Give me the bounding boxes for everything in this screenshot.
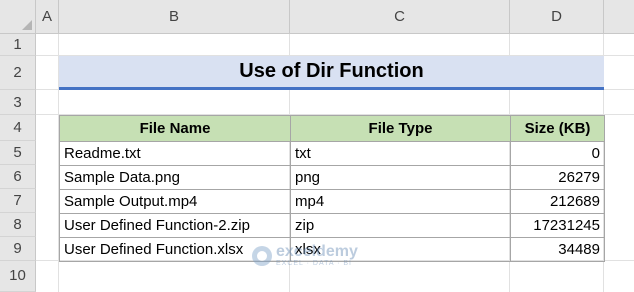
spreadsheet: A B C D 1 2 3 4 5 6 7 8 9 10 Use of Dir … bbox=[0, 0, 634, 292]
cell-file-name[interactable]: User Defined Function-2.zip bbox=[59, 213, 291, 238]
table-row: User Defined Function-2.zip zip 17231245 bbox=[59, 213, 605, 238]
cell-size[interactable]: 34489 bbox=[510, 237, 605, 262]
data-table: File Name File Type Size (KB) Readme.txt… bbox=[59, 115, 605, 262]
cell-file-type[interactable]: png bbox=[290, 165, 511, 190]
column-header-a[interactable]: A bbox=[36, 0, 59, 34]
table-row: Readme.txt txt 0 bbox=[59, 141, 605, 166]
row-header-4[interactable]: 4 bbox=[0, 115, 36, 141]
sheet-title[interactable]: Use of Dir Function bbox=[59, 56, 604, 90]
table-header-row: File Name File Type Size (KB) bbox=[59, 115, 605, 142]
column-header-d[interactable]: D bbox=[510, 0, 604, 34]
table-row: Sample Data.png png 26279 bbox=[59, 165, 605, 190]
cell-file-name[interactable]: Sample Output.mp4 bbox=[59, 189, 291, 214]
row-header-6[interactable]: 6 bbox=[0, 165, 36, 189]
cell-file-type[interactable]: zip bbox=[290, 213, 511, 238]
header-size[interactable]: Size (KB) bbox=[510, 115, 605, 142]
watermark: exceldemy EXCEL · DATA · BI bbox=[252, 244, 358, 267]
cell-file-type[interactable]: txt bbox=[290, 141, 511, 166]
cell-size[interactable]: 0 bbox=[510, 141, 605, 166]
row-header-5[interactable]: 5 bbox=[0, 141, 36, 165]
watermark-text: exceldemy EXCEL · DATA · BI bbox=[276, 243, 358, 268]
row-header-10[interactable]: 10 bbox=[0, 261, 36, 292]
row-header-8[interactable]: 8 bbox=[0, 213, 36, 237]
column-header-next[interactable] bbox=[604, 0, 634, 34]
header-file-name[interactable]: File Name bbox=[59, 115, 291, 142]
row-header-3[interactable]: 3 bbox=[0, 90, 36, 115]
cell-size[interactable]: 17231245 bbox=[510, 213, 605, 238]
row-header-7[interactable]: 7 bbox=[0, 189, 36, 213]
header-file-type[interactable]: File Type bbox=[290, 115, 511, 142]
row-header-2[interactable]: 2 bbox=[0, 56, 36, 90]
cell-file-name[interactable]: Sample Data.png bbox=[59, 165, 291, 190]
table-row: Sample Output.mp4 mp4 212689 bbox=[59, 189, 605, 214]
row-header-9[interactable]: 9 bbox=[0, 237, 36, 261]
watermark-name: exceldemy bbox=[276, 243, 358, 260]
watermark-tagline: EXCEL · DATA · BI bbox=[276, 260, 352, 267]
cell-file-type[interactable]: mp4 bbox=[290, 189, 511, 214]
cell-size[interactable]: 212689 bbox=[510, 189, 605, 214]
select-all-corner[interactable] bbox=[0, 0, 36, 34]
cell-file-name[interactable]: Readme.txt bbox=[59, 141, 291, 166]
column-header-c[interactable]: C bbox=[290, 0, 510, 34]
row-header-1[interactable]: 1 bbox=[0, 34, 36, 56]
exceldemy-logo-icon bbox=[252, 245, 272, 266]
column-header-b[interactable]: B bbox=[59, 0, 290, 34]
select-all-triangle-icon bbox=[22, 20, 32, 30]
cell-size[interactable]: 26279 bbox=[510, 165, 605, 190]
